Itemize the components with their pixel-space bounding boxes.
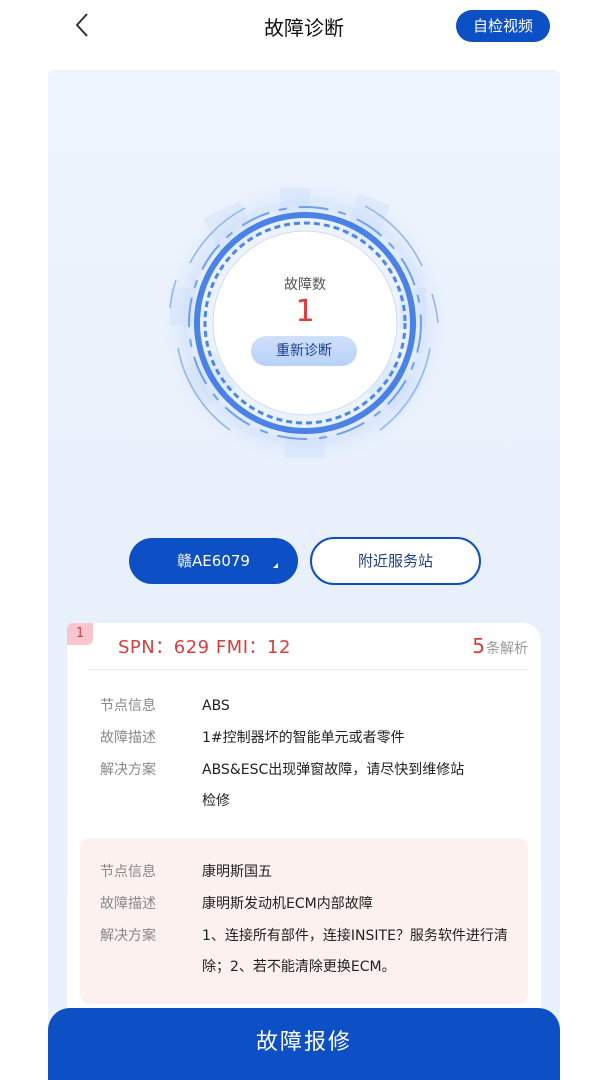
- divider: [88, 669, 528, 670]
- node-info-value: 康明斯国五: [202, 864, 272, 880]
- vehicle-plate-label: 赣AE6079: [177, 552, 250, 570]
- self-check-video-button[interactable]: 自检视频: [456, 10, 550, 42]
- fault-count-label: 故障数: [284, 277, 326, 293]
- solution-key: 解决方案: [100, 762, 156, 778]
- fault-code: SPN：629 FMI：12: [118, 637, 291, 658]
- fault-desc-value: 1#控制器坏的智能单元或者零件: [202, 730, 405, 746]
- fault-desc-key: 故障描述: [100, 896, 156, 912]
- node-info-key: 节点信息: [100, 698, 156, 714]
- caret-icon: [273, 563, 278, 568]
- analysis-link[interactable]: 5条解析: [472, 634, 528, 658]
- fault-desc-value: 康明斯发动机ECM内部故障: [202, 896, 373, 912]
- solution-key: 解决方案: [100, 928, 156, 944]
- header: 故障诊断 自检视频: [0, 0, 608, 56]
- fault-count-value: 1: [295, 294, 315, 329]
- nearby-station-button[interactable]: 附近服务站: [310, 537, 481, 585]
- rediagnose-button[interactable]: 重新诊断: [251, 336, 357, 366]
- solution-value: 1、连接所有部件，连接INSITE？服务软件进行清除；2、若不能清除更换ECM。: [202, 928, 508, 975]
- fault-report-button[interactable]: 故障报修: [48, 1008, 560, 1080]
- node-info-key: 节点信息: [100, 864, 156, 880]
- node-info-value: ABS: [202, 698, 230, 714]
- analysis-label: 条解析: [486, 641, 528, 657]
- solution-value: ABS&ESC出现弹窗故障，请尽快到维修站检修: [202, 762, 465, 809]
- fault-desc-key: 故障描述: [100, 730, 156, 746]
- vehicle-plate-select[interactable]: 赣AE6079: [129, 538, 298, 584]
- analysis-count: 5: [472, 634, 485, 658]
- fault-index-badge: 1: [67, 623, 93, 645]
